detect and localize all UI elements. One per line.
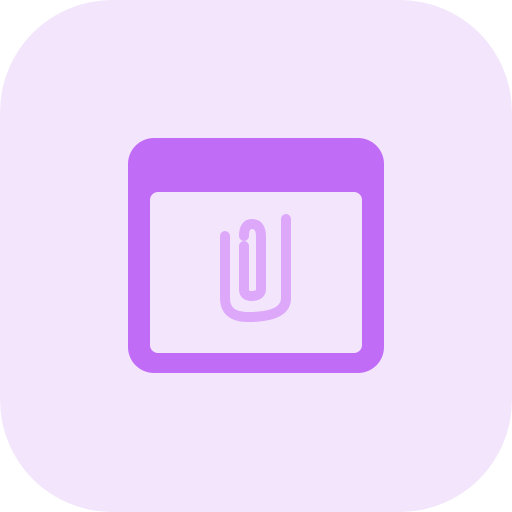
browser-window-attachment-icon xyxy=(0,0,512,512)
app-icon-tile xyxy=(0,0,512,512)
